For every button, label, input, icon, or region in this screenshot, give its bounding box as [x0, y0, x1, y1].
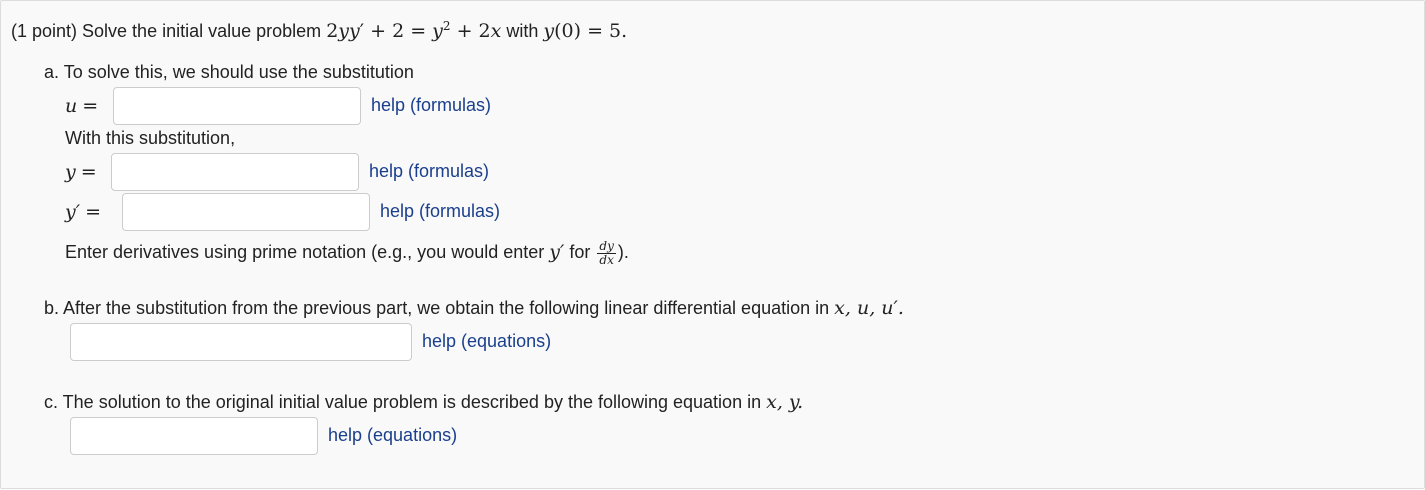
part-c-statement: c. The solution to the original initial … — [44, 392, 762, 412]
hint-for: for — [569, 242, 591, 262]
linear-eq-help-equations-link[interactable]: help (equations) — [422, 330, 551, 352]
ic-y: y — [543, 20, 555, 42]
part-c-vars: x, y. — [766, 391, 804, 413]
part-b-statement: b. After the substitution from the previ… — [44, 298, 830, 318]
eq-plus: + 2 — [450, 20, 491, 42]
yprime-input[interactable] — [122, 193, 370, 231]
eq-mid: + 2 = — [364, 20, 433, 42]
y-label: y = — [65, 161, 97, 183]
eq-x: x — [490, 20, 502, 42]
u-var: u — [65, 95, 78, 117]
hint-yprime: y′ — [549, 241, 565, 263]
hint-suffix: ). — [617, 242, 629, 262]
u-label: u = — [65, 95, 98, 117]
linear-eq-input[interactable] — [70, 323, 412, 361]
yprime-var: y′ — [65, 201, 81, 223]
solution-input[interactable] — [70, 417, 318, 455]
eq-yy: yy — [338, 20, 360, 42]
with-substitution-text: With this substitution, — [65, 128, 236, 148]
eq-y: y — [432, 20, 443, 42]
equals-sign: = — [85, 201, 101, 223]
yprime-help-formulas-link[interactable]: help (formulas) — [380, 200, 500, 222]
points-label: (1 point) Solve the initial value proble… — [11, 21, 322, 41]
eq-exp: 2 — [442, 19, 451, 33]
part-a-intro: a. To solve this, we should use the subs… — [44, 62, 414, 82]
solution-help-equations-link[interactable]: help (equations) — [328, 424, 457, 446]
hint-prefix: Enter derivatives using prime notation (… — [65, 242, 545, 262]
y-help-formulas-link[interactable]: help (formulas) — [369, 160, 489, 182]
part-b-text: b. After the substitution from the previ… — [44, 297, 904, 319]
u-input[interactable] — [113, 87, 361, 125]
ic-rest: (0) = 5. — [554, 20, 628, 42]
with-text: with — [506, 21, 539, 41]
derivative-hint: Enter derivatives using prime notation (… — [65, 236, 629, 268]
frac-num: dy — [597, 238, 616, 254]
equals-sign: = — [80, 161, 97, 183]
problem-statement: (1 point) Solve the initial value proble… — [11, 15, 627, 42]
dy-dx-fraction: dy dx — [597, 238, 616, 267]
equals-sign: = — [82, 95, 99, 117]
yprime-label: y′ = — [65, 201, 101, 223]
frac-den: dx — [599, 252, 614, 267]
part-c-text: c. The solution to the original initial … — [44, 391, 803, 413]
y-input[interactable] — [111, 153, 359, 191]
u-help-formulas-link[interactable]: help (formulas) — [371, 94, 491, 116]
part-b-vars: x, u, u′. — [834, 297, 904, 319]
eq-coef: 2 — [326, 20, 339, 42]
y-var: y — [65, 161, 76, 183]
